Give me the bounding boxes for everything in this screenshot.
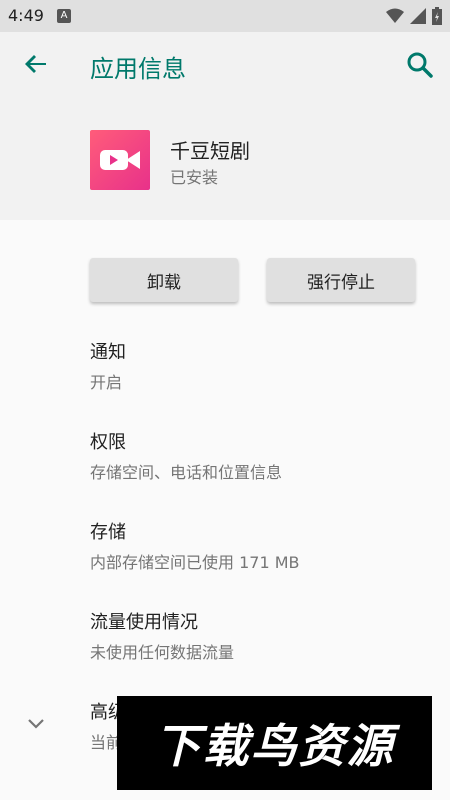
item-title: 流量使用情况: [90, 612, 198, 633]
app-header: 千豆短剧 已安装: [0, 102, 450, 220]
search-icon[interactable]: [404, 49, 436, 81]
item-subtitle: 内部存储空间已使用 171 MB: [90, 553, 300, 572]
force-stop-button[interactable]: 强行停止: [267, 258, 415, 302]
chevron-down-icon[interactable]: [24, 712, 48, 736]
list-item-data-usage[interactable]: 流量使用情况 未使用任何数据流量: [90, 608, 234, 663]
status-time: 4:49: [8, 6, 44, 25]
status-bar: 4:49 A: [0, 0, 450, 32]
page-title: 应用信息: [90, 55, 186, 83]
item-subtitle: 开启: [90, 373, 123, 392]
item-subtitle: 存储空间、电话和位置信息: [90, 463, 283, 482]
app-icon: [90, 130, 150, 190]
arrow-back-icon[interactable]: [20, 48, 52, 80]
battery-icon: [432, 7, 442, 25]
notification-icon: A: [57, 9, 71, 23]
video-camera-icon: [100, 150, 140, 170]
item-title: 权限: [90, 432, 126, 453]
status-icons: [386, 6, 442, 26]
list-item-permissions[interactable]: 权限 存储空间、电话和位置信息: [90, 428, 282, 483]
uninstall-button[interactable]: 卸载: [90, 258, 238, 302]
item-title: 存储: [90, 522, 126, 543]
list-item-storage[interactable]: 存储 内部存储空间已使用 171 MB: [90, 518, 300, 573]
signal-icon: [410, 8, 426, 24]
item-title: 通知: [90, 342, 126, 363]
wifi-icon: [386, 8, 404, 23]
app-status: 已安装: [170, 168, 219, 187]
list-item-notifications[interactable]: 通知 开启: [90, 338, 126, 393]
app-bar: 应用信息: [0, 32, 450, 102]
item-subtitle: 未使用任何数据流量: [90, 643, 235, 662]
watermark: 下载鸟资源: [117, 696, 432, 790]
app-name: 千豆短剧: [170, 139, 250, 163]
